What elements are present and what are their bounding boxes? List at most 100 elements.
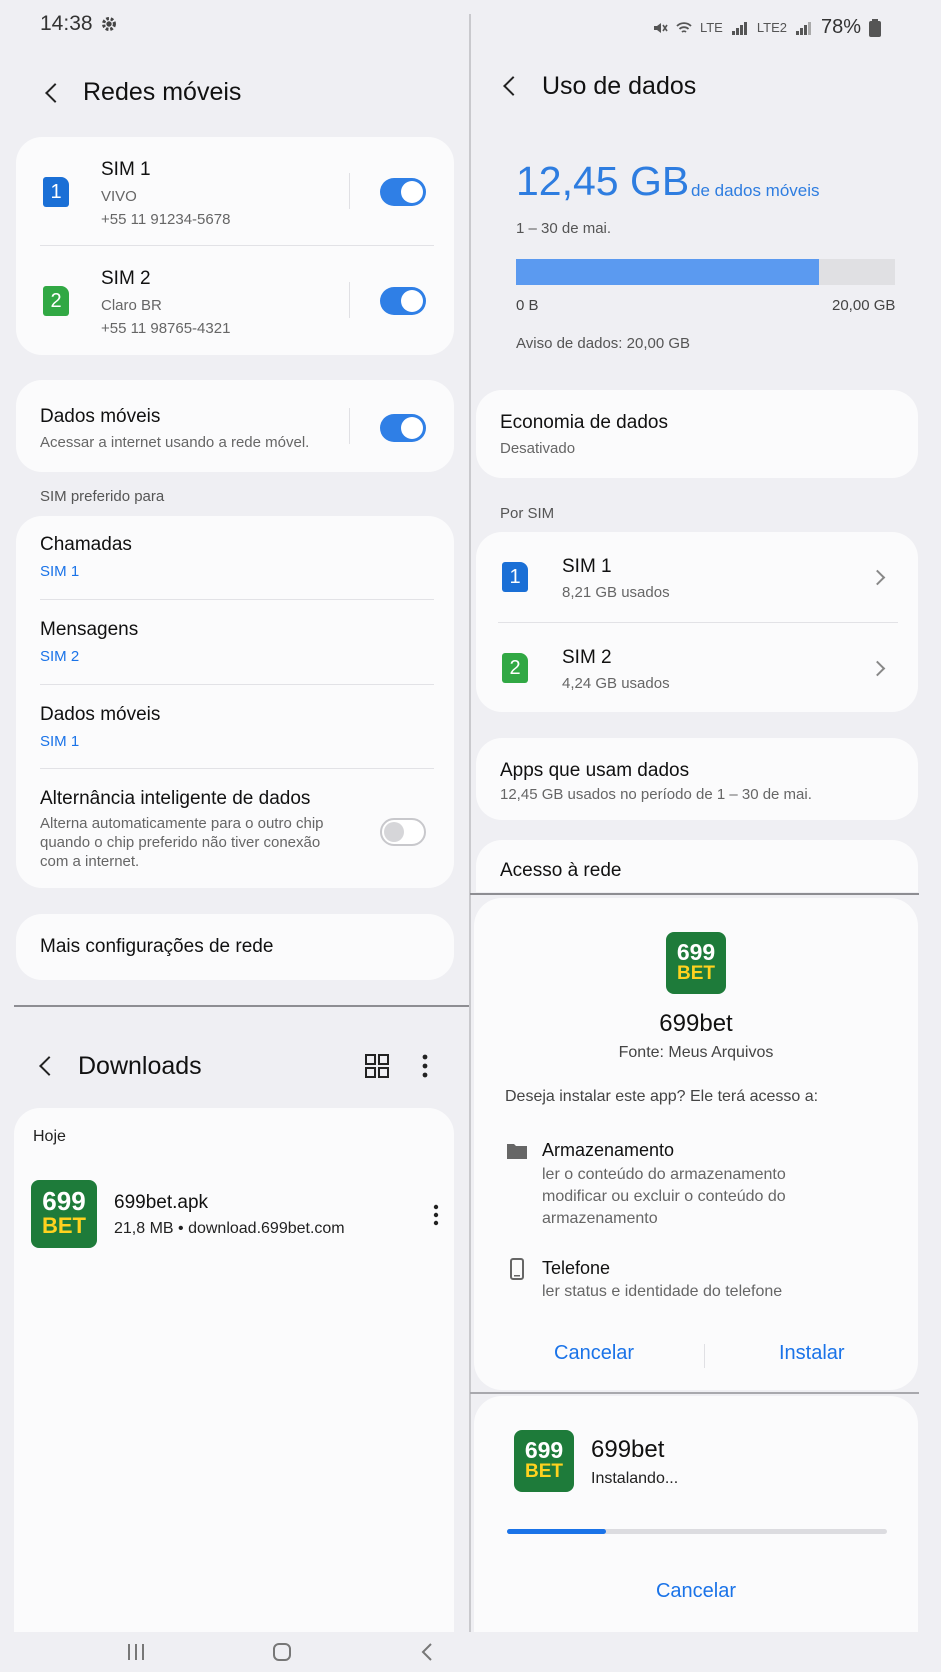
data-saver-row[interactable]: Economia de dados Desativado [476, 390, 918, 478]
usage-bar [516, 259, 895, 285]
network-access-title: Acesso à rede [500, 860, 622, 881]
more-network-settings[interactable]: Mais configurações de rede [16, 914, 454, 980]
usage-period: 1 – 30 de mai. [516, 220, 612, 237]
apps-data-subtitle: 12,45 GB usados no período de 1 – 30 de … [500, 786, 812, 803]
699bet-dialog-icon: 699 BET [666, 932, 726, 994]
smart-switch-row[interactable]: Alternância inteligente de dados Alterna… [40, 788, 340, 871]
split-divider[interactable] [469, 14, 471, 1632]
by-sim-label: Por SIM [500, 505, 555, 522]
item-more-icon[interactable] [432, 1204, 440, 1226]
699bet-installing-icon: 699 BET [514, 1430, 574, 1492]
downloads-list: Hoje 699 BET 699bet.apk 21,8 MB • downlo… [14, 1108, 454, 1632]
sim1-row[interactable]: SIM 1 VIVO +55 11 91234-5678 [101, 159, 230, 228]
wifi-icon [676, 21, 692, 33]
network-access-row[interactable]: Acesso à rede [476, 840, 918, 892]
sim1-name: SIM 1 [101, 159, 151, 180]
sim2-name: SIM 2 [101, 268, 151, 289]
installing-status: Instalando... [591, 1470, 679, 1487]
pref-calls-value: SIM 1 [40, 563, 80, 580]
chevron-right-icon [869, 660, 886, 677]
usage-sim2-row[interactable]: 2 SIM 2 4,24 GB usados [476, 622, 918, 712]
smart-switch-title: Alternância inteligente de dados [40, 788, 311, 809]
more-network-label: Mais configurações de rede [40, 936, 274, 957]
sim1-number: +55 11 91234-5678 [101, 211, 231, 228]
dialog-app-name: 699bet [659, 1010, 733, 1037]
phone-icon [510, 1258, 524, 1280]
usage-sim1-used: 8,21 GB usados [562, 584, 670, 601]
pref-messages-value: SIM 2 [40, 648, 80, 665]
smart-switch-toggle[interactable] [380, 818, 426, 846]
usage-sim1-name: SIM 1 [562, 556, 612, 577]
installing-card: 699 BET 699bet Instalando... Cancelar [474, 1396, 918, 1632]
sim1-badge-icon: 1 [43, 177, 69, 207]
mobile-data-title: Dados móveis [40, 406, 161, 427]
sim1-carrier: VIVO [101, 188, 137, 205]
mobile-data-card[interactable]: Dados móveis Acessar a internet usando a… [16, 380, 454, 472]
more-options-icon[interactable] [420, 1054, 430, 1078]
usage-sim2-used: 4,24 GB usados [562, 675, 670, 692]
perm-storage: Armazenamento ler o conteúdo do armazena… [542, 1140, 786, 1227]
usage-label: de dados móveis [691, 181, 820, 200]
perm-phone-title: Telefone [542, 1258, 611, 1278]
pref-messages-row[interactable]: Mensagens SIM 2 [40, 619, 138, 665]
lte2-label: LTE2 [756, 20, 787, 35]
downloads-back-icon[interactable] [39, 1056, 59, 1076]
settings-gear-icon [102, 17, 116, 31]
installing-cancel-button[interactable]: Cancelar [474, 1580, 918, 1603]
699bet-app-icon: 699 BET [31, 1180, 97, 1248]
navigation-bar [0, 1632, 941, 1672]
perm-storage-title: Armazenamento [542, 1140, 675, 1160]
back-arrow-icon[interactable] [45, 83, 65, 103]
usage-sim1-row[interactable]: 1 SIM 1 8,21 GB usados [476, 532, 918, 622]
data-saver-title: Economia de dados [500, 412, 668, 433]
usage-back-icon[interactable] [503, 76, 523, 96]
dialog-cancel-button[interactable]: Cancelar [554, 1342, 634, 1365]
pref-data-title: Dados móveis [40, 704, 161, 725]
mute-icon [653, 22, 668, 33]
perm-phone: Telefone ler status e identidade do tele… [542, 1258, 783, 1300]
battery-icon [869, 18, 881, 37]
download-item[interactable]: 699 BET 699bet.apk 21,8 MB • download.69… [31, 1180, 451, 1250]
install-button[interactable]: Instalar [779, 1342, 845, 1365]
sim-card-list: 1 SIM 1 VIVO +55 11 91234-5678 2 SIM 2 C… [16, 137, 454, 355]
sim2-carrier: Claro BR [101, 297, 162, 314]
download-file-meta: 21,8 MB • download.699bet.com [114, 1220, 345, 1237]
data-saver-status: Desativado [500, 440, 576, 457]
sim2-number: +55 11 98765-4321 [101, 320, 231, 337]
status-icons: LTE LTE2 78% [652, 16, 881, 39]
grid-view-icon[interactable] [365, 1054, 389, 1078]
pref-data-value: SIM 1 [40, 733, 80, 750]
window-divider[interactable] [14, 1005, 469, 1007]
sim2-toggle[interactable] [380, 287, 426, 315]
apps-data-row[interactable]: Apps que usam dados 12,45 GB usados no p… [476, 738, 918, 820]
usage-max: 20,00 GB [832, 297, 896, 314]
usage-min: 0 B [516, 297, 539, 314]
preferred-sim-card: Chamadas SIM 1 Mensagens SIM 2 Dados móv… [16, 516, 454, 888]
install-progress-fill [507, 1529, 606, 1534]
downloads-title: Downloads [78, 1052, 202, 1080]
dialog-question: Deseja instalar este app? Ele terá acess… [505, 1088, 819, 1105]
usage-sim1-badge-icon: 1 [502, 562, 528, 592]
download-file-name: 699bet.apk [114, 1192, 209, 1213]
pref-data-row[interactable]: Dados móveis SIM 1 [40, 704, 160, 750]
folder-icon [507, 1144, 527, 1159]
pref-messages-title: Mensagens [40, 619, 139, 640]
usage-warning: Aviso de dados: 20,00 GB [516, 335, 691, 352]
sim1-toggle[interactable] [380, 178, 426, 206]
lte-label: LTE [699, 20, 723, 35]
usage-title: Uso de dados [542, 72, 697, 100]
battery-percent: 78% [820, 16, 861, 38]
install-progress-bar [507, 1529, 887, 1534]
page-title: Redes móveis [83, 78, 242, 106]
preferred-sim-label: SIM preferido para [40, 488, 165, 505]
back-nav-icon[interactable] [420, 1642, 434, 1662]
sim2-row[interactable]: SIM 2 Claro BR +55 11 98765-4321 [101, 268, 230, 337]
usage-sim2-name: SIM 2 [562, 647, 612, 668]
home-icon[interactable] [272, 1642, 292, 1662]
signal-icon [731, 21, 747, 35]
apps-data-title: Apps que usam dados [500, 760, 690, 781]
pref-calls-row[interactable]: Chamadas SIM 1 [40, 534, 132, 580]
dialog-source: Fonte: Meus Arquivos [618, 1044, 774, 1061]
recents-icon[interactable] [126, 1642, 146, 1662]
mobile-data-toggle[interactable] [380, 414, 426, 442]
